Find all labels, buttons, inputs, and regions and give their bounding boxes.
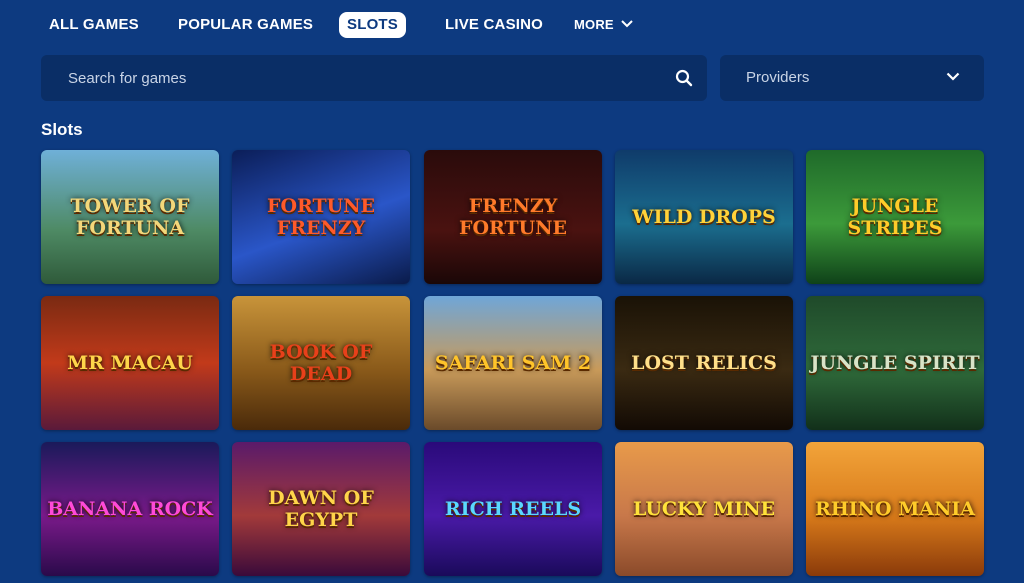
- game-tile[interactable]: JUNGLE SPIRIT: [806, 296, 984, 430]
- chevron-down-icon: [946, 72, 960, 81]
- game-title: MR MACAU: [67, 352, 193, 374]
- game-tile[interactable]: BOOK OF DEAD: [232, 296, 410, 430]
- nav-popular-games[interactable]: POPULAR GAMES: [178, 12, 313, 38]
- game-tile[interactable]: FRENZY FORTUNE: [424, 150, 602, 284]
- game-title: FRENZY FORTUNE: [458, 195, 568, 239]
- game-title: JUNGLE SPIRIT: [810, 352, 980, 374]
- game-title: FORTUNE FRENZY: [266, 195, 376, 239]
- search-icon[interactable]: [675, 69, 693, 87]
- game-tile[interactable]: DAWN OF EGYPT: [232, 442, 410, 576]
- game-title: LOST RELICS: [631, 352, 777, 374]
- game-tile[interactable]: LOST RELICS: [615, 296, 793, 430]
- game-title: WILD DROPS: [632, 206, 776, 228]
- nav-slots[interactable]: SLOTS: [339, 12, 407, 38]
- game-tile[interactable]: RICH REELS: [424, 442, 602, 576]
- game-title: SAFARI SAM 2: [434, 352, 592, 374]
- game-tile[interactable]: WILD DROPS: [615, 150, 793, 284]
- game-title: LUCKY MINE: [633, 498, 775, 520]
- providers-label: Providers: [746, 69, 810, 86]
- chevron-down-icon: [620, 20, 633, 28]
- providers-dropdown[interactable]: Providers: [720, 55, 984, 101]
- game-tile[interactable]: TOWER OF FORTUNA: [41, 150, 219, 284]
- game-tile[interactable]: MR MACAU: [41, 296, 219, 430]
- game-title: RHINO MANIA: [815, 498, 975, 520]
- game-title: DAWN OF EGYPT: [268, 487, 374, 531]
- nav-more[interactable]: MORE: [574, 12, 633, 38]
- game-tile[interactable]: RHINO MANIA: [806, 442, 984, 576]
- nav-more-label: MORE: [574, 17, 614, 32]
- search-bar: [41, 55, 707, 101]
- game-title: JUNGLE STRIPES: [847, 195, 943, 239]
- game-title: TOWER OF FORTUNA: [70, 195, 190, 239]
- game-title: BOOK OF DEAD: [269, 341, 373, 385]
- game-title: RICH REELS: [444, 498, 582, 520]
- nav-live-casino[interactable]: LIVE CASINO: [445, 12, 543, 38]
- top-nav: ALL GAMES POPULAR GAMES SLOTS LIVE CASIN…: [0, 0, 1024, 48]
- nav-all-games[interactable]: ALL GAMES: [49, 12, 139, 38]
- search-input[interactable]: [41, 55, 661, 101]
- section-title: Slots: [41, 120, 83, 139]
- game-tile[interactable]: BANANA ROCK: [41, 442, 219, 576]
- game-tile[interactable]: LUCKY MINE: [615, 442, 793, 576]
- game-tile[interactable]: FORTUNE FRENZY: [232, 150, 410, 284]
- game-tile[interactable]: JUNGLE STRIPES: [806, 150, 984, 284]
- game-tile[interactable]: SAFARI SAM 2: [424, 296, 602, 430]
- game-title: BANANA ROCK: [47, 498, 213, 520]
